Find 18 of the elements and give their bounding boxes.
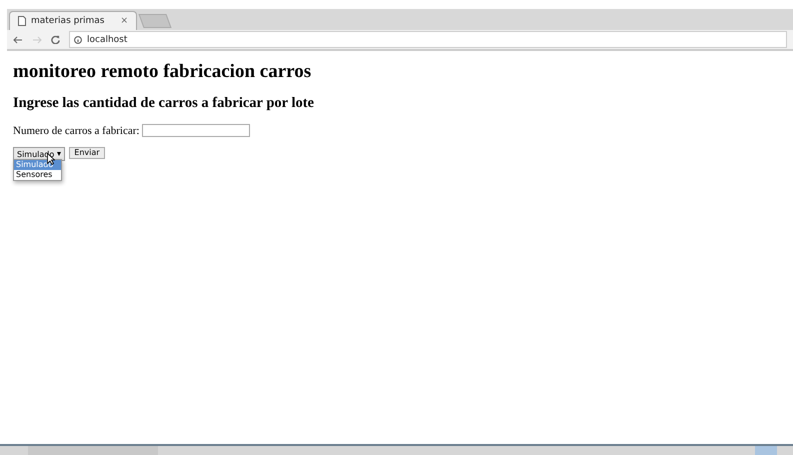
field-label: Numero de carros a fabricar: <box>13 124 140 136</box>
page-subheading: Ingrese las cantidad de carros a fabricar por lote <box>13 95 315 112</box>
taskbar-button[interactable] <box>28 446 158 455</box>
input-field[interactable] <box>142 124 250 137</box>
address-bar[interactable]: localhost <box>69 31 787 48</box>
dropdown-option[interactable]: Sensores <box>14 170 61 180</box>
page-heading: monitoreo remoto fabricacion carros <box>13 61 312 83</box>
info-icon <box>74 36 82 44</box>
document-icon <box>18 16 26 26</box>
reload-icon[interactable] <box>51 35 60 44</box>
forward-icon[interactable] <box>32 36 42 44</box>
browser-tab[interactable]: materias primas × <box>9 11 137 30</box>
close-icon[interactable]: × <box>120 16 128 26</box>
back-icon[interactable] <box>13 36 23 44</box>
submit-button[interactable]: Enviar <box>69 147 105 159</box>
new-tab-button[interactable] <box>138 14 172 28</box>
tray-icon[interactable] <box>755 446 777 455</box>
tab-title: materias primas <box>31 16 106 26</box>
